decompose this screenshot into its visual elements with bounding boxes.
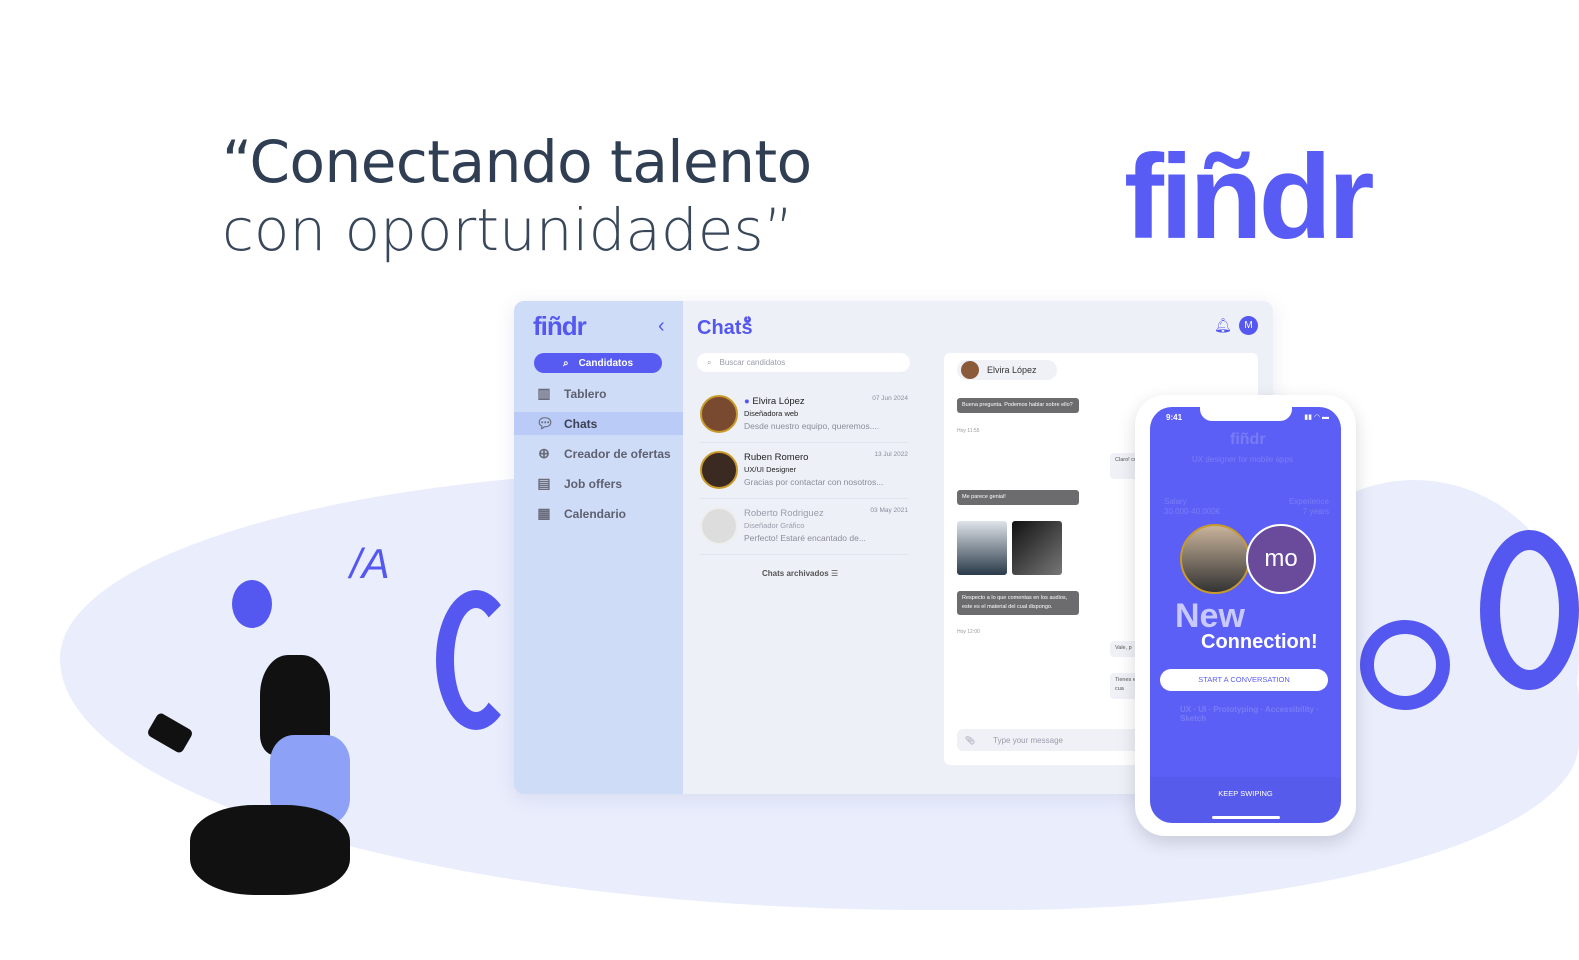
chat-date: 13 Jul 2022 — [874, 451, 908, 458]
sidebar-logo: fiñdr — [533, 311, 587, 341]
calendar-icon: ▦ — [537, 505, 551, 521]
chat-name: Ruben Romero — [744, 452, 809, 463]
home-indicator — [1212, 816, 1280, 819]
avatar — [700, 507, 738, 545]
chat-role: Diseñadora web — [744, 409, 799, 418]
background-job-title: UX designer for mobile apps — [1192, 455, 1293, 464]
background-salary-label: Salary — [1164, 497, 1187, 506]
contact-name: Elvira López — [987, 365, 1037, 375]
keep-swiping-button[interactable]: KEEP SWIPING — [1150, 789, 1341, 798]
background-experience-label: Experience — [1288, 497, 1329, 506]
sidebar-item-job-offers[interactable]: ▤ Job offers — [514, 472, 683, 495]
sidebar-item-label: Chats — [564, 416, 598, 431]
message-time: Hoy 11:55 — [957, 428, 980, 434]
brand-logo: fiñdr — [1124, 130, 1375, 264]
background-logo: fiñdr — [1230, 431, 1266, 448]
phone-mockup: 9:41 ▮▮ ◠ ▬ fiñdr UX designer for mobile… — [1135, 395, 1356, 836]
avatar — [700, 395, 738, 433]
phone-screen: 9:41 ▮▮ ◠ ▬ fiñdr UX designer for mobile… — [1150, 407, 1341, 823]
avatar[interactable]: M — [1239, 316, 1258, 335]
chat-role: Diseñador Gráfico — [744, 521, 805, 530]
candidates-label: Candidatos — [578, 357, 634, 369]
archived-chats-button[interactable]: Chats archivados ☰ — [762, 569, 838, 578]
ai-illustration: /A — [350, 540, 390, 587]
chat-list-item[interactable]: ● Elvira López Diseñadora web Desde nues… — [700, 391, 908, 443]
status-time: 9:41 — [1166, 413, 1183, 422]
headline-line2: con oportunidades” — [222, 196, 794, 264]
message-bubble: Respecto a lo que comentas en los audios… — [957, 591, 1079, 615]
chat-list-item[interactable]: Roberto Rodriguez Diseñador Gráfico Perf… — [700, 503, 908, 555]
background-experience: 7 years — [1302, 507, 1329, 516]
sidebar-item-label: Tablero — [564, 386, 607, 401]
chat-preview: Gracias por contactar con nosotros... — [744, 477, 884, 487]
sidebar-item-label: Calendario — [564, 506, 627, 521]
gear-illustration — [1480, 530, 1579, 690]
chat-icon: 💬︎ — [536, 415, 554, 431]
image-attachment[interactable] — [1012, 521, 1062, 575]
contact-chip[interactable]: Elvira López — [957, 360, 1057, 380]
company-logo: mo — [1246, 524, 1316, 594]
avatar — [961, 361, 979, 379]
sidebar-item-tablero[interactable]: ▥ Tablero — [514, 382, 683, 405]
sidebar-item-label: Creador de ofertas — [564, 446, 671, 461]
bubble-illustration — [232, 580, 272, 628]
sidebar: fiñdr ‹ ⌕ Candidatos ▥ Tablero 💬︎ Chats ⊕ C… — [514, 301, 683, 794]
unread-badge: 1 — [744, 316, 751, 323]
search-icon: ⌕ — [562, 357, 569, 369]
message-bubble: Me parece genial! — [957, 490, 1079, 505]
job-icon: ▤ — [537, 475, 551, 491]
phone-notch — [1200, 407, 1292, 421]
message-input[interactable]: 📎︎ Type your message — [957, 729, 1157, 751]
chat-name: Roberto Rodriguez — [744, 508, 824, 519]
chat-date: 07 Jun 2024 — [872, 395, 908, 402]
image-attachment[interactable] — [957, 521, 1007, 575]
magnifier-illustration — [1360, 620, 1450, 710]
new-connection-subtitle: Connection! — [1201, 631, 1318, 653]
plus-circle-icon: ⊕ — [538, 445, 550, 461]
bell-icon[interactable]: 🔔︎ — [1214, 317, 1232, 334]
chat-preview: Desde nuestro equipo, queremos.... — [744, 421, 880, 431]
candidates-search-button[interactable]: ⌕ Candidatos — [534, 353, 662, 373]
signal-icon: ▮▮ ◠ ▬ — [1304, 414, 1329, 421]
headline-line1: “Conectando talento — [222, 128, 812, 196]
woman-illustration — [146, 655, 360, 915]
chat-preview: Perfecto! Estaré encantado de... — [744, 533, 866, 543]
sidebar-item-chats[interactable]: 💬︎ Chats — [514, 412, 683, 435]
headline: “Conectando talento con oportunidades” — [222, 128, 812, 264]
board-icon: ▥ — [537, 385, 551, 401]
sidebar-item-calendario[interactable]: ▦ Calendario — [514, 502, 683, 525]
chat-list-item[interactable]: Ruben Romero UX/UI Designer Gracias por … — [700, 447, 908, 499]
background-salary: 30.000-40.000€ — [1164, 507, 1221, 516]
chat-name: ● Elvira López — [744, 396, 805, 407]
message-time: Hoy 12:00 — [957, 629, 980, 635]
chevron-left-icon[interactable]: ‹ — [658, 315, 665, 338]
search-icon: ⌕ — [707, 357, 712, 367]
start-conversation-button[interactable]: START A CONVERSATION — [1160, 669, 1328, 691]
candidate-photo — [1180, 524, 1250, 594]
message-placeholder: Type your message — [993, 735, 1063, 745]
paperclip-icon[interactable]: 📎︎ — [965, 736, 975, 745]
filter-icon: ☰ — [830, 569, 839, 578]
gear-illustration — [436, 590, 516, 730]
chat-date: 03 May 2021 — [870, 507, 908, 514]
chat-role: UX/UI Designer — [744, 465, 797, 474]
sidebar-item-creador[interactable]: ⊕ Creador de ofertas — [514, 442, 683, 465]
search-input[interactable]: ⌕ Buscar candidatos — [697, 353, 910, 372]
search-placeholder: Buscar candidatos — [719, 358, 786, 367]
avatar — [700, 451, 738, 489]
background-skills: UX · UI · Prototyping · Accessibility · … — [1180, 705, 1319, 723]
sidebar-item-label: Job offers — [564, 476, 623, 491]
message-bubble: Buena pregunta. Podemos hablar sobre ell… — [957, 398, 1079, 413]
